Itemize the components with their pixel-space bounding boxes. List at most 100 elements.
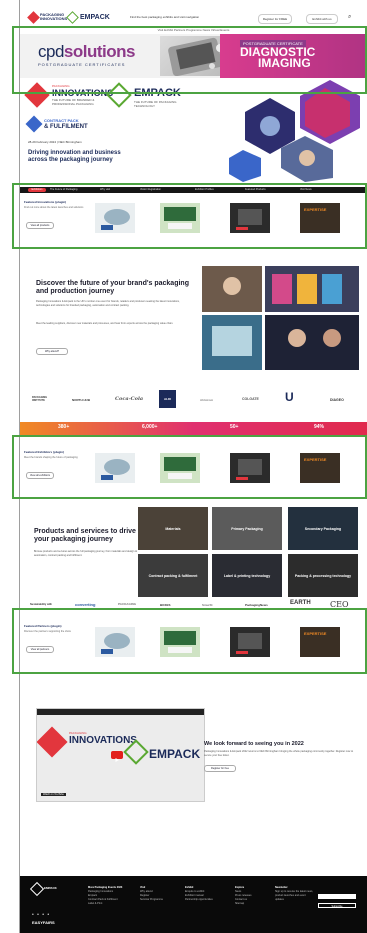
product-thumb[interactable] [230,453,270,483]
footer-link[interactable]: Label & Print [88,902,122,906]
video-pi-icon [37,726,68,758]
featured-label: Featured Innovations (plugin) [24,200,67,204]
nav-active-tab[interactable]: Exhibitors [28,188,46,192]
featured-text: Find out more about the latest launches … [24,206,84,209]
sponsor-logos: Sustainability with converting PACKAGING… [20,600,367,610]
tile-label: Primary Packaging [231,527,263,531]
hero-tagline: Driving innovation and business across t… [28,150,121,163]
tile-label: Contract packing & fulfilment [148,574,198,578]
sponsor-logo: Sustainability with [30,603,52,606]
footer-link[interactable]: Seminar Programme [140,898,163,902]
product-image [236,209,262,230]
product-thumb[interactable]: EXPERTISE [300,453,340,483]
brand-logo: Ahlstrom [200,398,214,402]
category-tile[interactable]: Contract packing & fulfilment [138,554,208,597]
brand-logo: DIAGEO [330,398,344,402]
product-thumb[interactable] [95,203,135,233]
nav-item[interactable]: Featured Products [245,188,266,192]
sponsor-logo: CEO [330,600,349,609]
newsletter-email-input[interactable] [318,894,356,899]
tile-label: Materials [165,527,181,531]
hero-photo-collage [225,78,367,183]
social-icons[interactable]: • • • • [32,912,50,918]
products-title: Products and services to drive your pack… [34,528,136,543]
product-thumb[interactable] [95,453,135,483]
nav-item[interactable]: The Future of Packaging [50,188,77,192]
footer-col-exhibit: Exhibit Enquire to exhibit Exhibitor man… [185,886,213,902]
stat-value: 94% [314,424,325,430]
newsletter-text: Sign up to receive the latest news, prod… [275,890,314,901]
video-pi-big: INNOVATIONS [69,735,137,746]
product-image [101,209,130,230]
product-image [236,459,262,480]
product-image [164,631,196,653]
category-tile[interactable]: Label & printing technology [212,554,282,597]
view-all-button[interactable]: View all products [26,222,54,229]
video-em: EMPACK [149,747,201,761]
ad-banner[interactable]: cpdsolutions POSTGRADUATE CERTIFICATES P… [20,34,367,78]
featured-partners: Featured Partners (plugin) Discover the … [20,622,367,672]
nav-item[interactable]: Exhibitor Profiles [195,188,214,192]
banner-headline-2: IMAGING [258,56,311,70]
nav-item[interactable]: Why visit [100,188,110,192]
product-image [101,459,130,480]
stat-value: 6,000+ [142,424,158,430]
category-tile[interactable]: Secondary Packaging [288,507,358,550]
category-tile[interactable]: Materials [138,507,208,550]
promo-video[interactable]: PACKAGING INNOVATIONS EMPACK Watch on Yo… [36,708,205,802]
video-title-bar [37,709,204,715]
top-header: PACKAGING INNOVATIONS EMPACK Find the be… [20,10,367,27]
logo-packaging-innovations[interactable]: PACKAGING INNOVATIONS [40,13,67,21]
footer-empack: EMPACK [44,886,57,890]
category-tile[interactable]: Packing & processing technology [288,554,358,597]
featured-label: Featured Partners (plugin) [24,624,62,628]
product-thumb[interactable] [160,627,200,657]
featured-exhibitors: Featured Exhibitors (plugin) Meet the br… [20,448,367,498]
product-thumb[interactable]: EXPERTISE [300,203,340,233]
search-icon[interactable]: ⌕ [348,14,351,21]
cpd-logo-accent: solutions [63,42,136,61]
featured-text: Meet the brands shaping the future of pa… [24,456,78,459]
discover-para-2: Meet the leading suppliers, discover new… [36,322,174,325]
watch-on-youtube[interactable]: Watch on YouTube [41,793,66,796]
view-all-button[interactable]: View all partners [26,646,54,653]
expertise-label: EXPERTISE [304,207,327,212]
expertise-label: EXPERTISE [304,457,327,462]
footer-link[interactable]: Partnership opportunities [185,898,213,902]
packaging-innovations-hero-icon [24,82,50,108]
product-thumb[interactable] [230,627,270,657]
cpd-logo: cpdsolutions [38,42,135,62]
category-tile[interactable]: Primary Packaging [212,507,282,550]
tile-label: Label & printing technology [223,574,271,578]
main-menu[interactable]: Visit Exhibit Partners Programme News Vi… [20,27,367,33]
brand-logo: COLGATE [242,397,259,401]
product-thumb[interactable]: EXPERTISE [300,627,340,657]
logo-empack[interactable]: EMPACK [80,14,110,21]
why-attend-button[interactable]: Why attend? [36,348,68,355]
nav-item[interactable]: Visit News [300,188,312,192]
cta-register-button[interactable]: Register for free [204,765,236,772]
footer-col-newsletter: Newsletter Sign up to receive the latest… [275,886,315,902]
cpd-subtitle: POSTGRADUATE CERTIFICATES [38,62,126,67]
footer-link[interactable]: Sitemap [235,902,252,906]
sponsor-logo: PACKAGING [118,602,137,606]
product-image [236,633,262,654]
product-image [101,633,130,654]
subscribe-button[interactable]: Subscribe [318,903,356,908]
product-thumb[interactable] [160,203,200,233]
product-thumb[interactable] [160,453,200,483]
register-button[interactable]: Register for FREE [258,14,292,24]
organiser-logo: EASYFAIRS [32,920,55,925]
play-icon[interactable] [111,751,123,762]
product-thumb[interactable] [230,203,270,233]
page: PACKAGING INNOVATIONS EMPACK Find the be… [20,0,367,933]
discover-para-1: Packaging Innovations & Empack is the UK… [36,300,180,307]
view-all-button[interactable]: View all exhibitors [26,472,54,479]
tile-label: Secondary Packaging [304,527,342,531]
nav-item[interactable]: Visitor Registration [140,188,161,192]
search-bar[interactable]: Find the best packaging exhibits and vis… [130,15,210,21]
hero-collage-image [229,80,360,182]
discover-photo-grid [202,266,359,370]
product-thumb[interactable] [95,627,135,657]
exhibit-button[interactable]: Exhibit with us [306,14,338,24]
